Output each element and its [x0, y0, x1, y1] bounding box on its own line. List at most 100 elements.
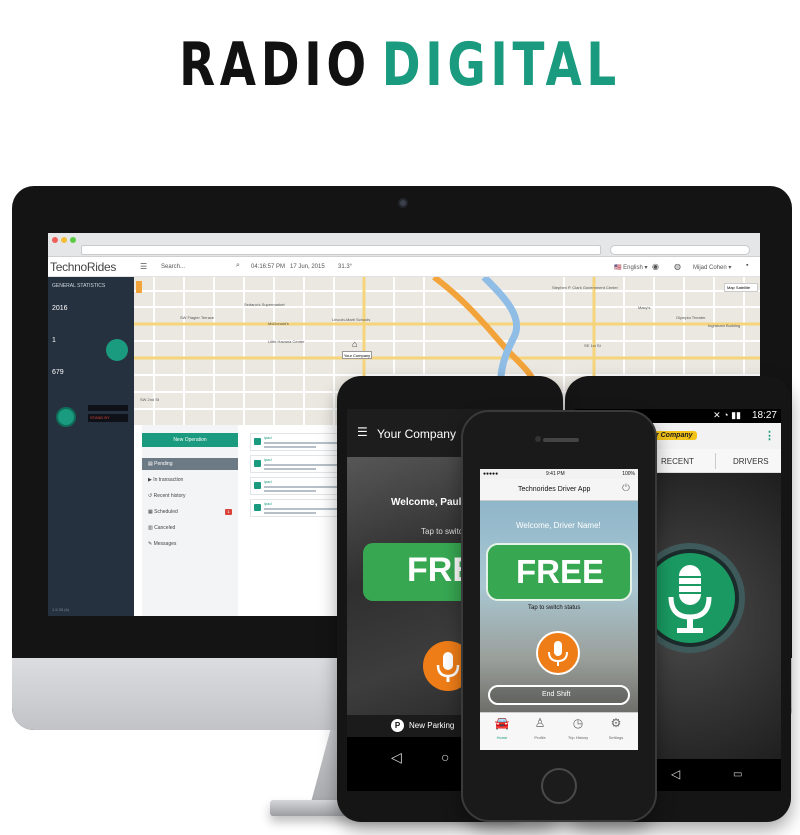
brand-heading: RADIO DIGITAL — [88, 30, 712, 100]
operation-card[interactable]: ipad — [250, 455, 346, 473]
brand-word-radio: RADIO — [179, 30, 371, 100]
scheduled-badge: 1 — [225, 509, 232, 515]
menu-item-scheduled[interactable]: ▦ Scheduled 1 — [142, 506, 238, 518]
iphone-body: Welcome, Driver Name! FREE Tap to switch… — [480, 501, 638, 712]
menu-label-canceled: Canceled — [154, 525, 176, 531]
iphone-front-camera — [535, 436, 541, 442]
user-name: Mijad Cohen — [693, 265, 727, 271]
iphone-statusbar: ●●●●● 9:41 PM 100% — [480, 469, 638, 479]
topbar-search-input[interactable]: Search... — [161, 264, 185, 270]
android-recents-icon[interactable]: ▭ — [733, 769, 742, 780]
iphone-home-button[interactable] — [541, 768, 577, 804]
operations-menu: New Operation ▤ Pending ▶ In transaction… — [142, 425, 238, 616]
iphone-time: 9:41 PM — [546, 471, 565, 477]
end-shift-label: End Shift — [542, 691, 571, 698]
car-icon — [254, 504, 261, 511]
browser-toolbar — [48, 233, 760, 257]
webcam-icon — [398, 198, 408, 208]
close-window-icon[interactable] — [52, 237, 58, 243]
map-type-toggle[interactable]: Map Satellite — [724, 283, 758, 292]
microphone-icon — [668, 565, 712, 633]
radio-channel-bar — [88, 405, 128, 411]
tab-profile[interactable]: Profile — [526, 735, 554, 740]
tab-settings[interactable]: Settings — [602, 735, 630, 740]
browser-search-box[interactable] — [610, 245, 750, 255]
radio-talk-button[interactable] — [645, 553, 735, 643]
hamburger-menu-icon[interactable]: ☰ — [357, 425, 368, 439]
chat-icon[interactable]: ▪ — [746, 262, 748, 269]
operation-card[interactable]: ipad — [250, 477, 346, 495]
menu-label-recent-history: Recent history — [153, 493, 186, 499]
map-place-3: McDonald's — [268, 321, 289, 326]
android-home-icon[interactable]: ○ — [441, 749, 449, 765]
card-line — [264, 442, 342, 444]
map-place-2: Little Havana Center — [268, 339, 305, 344]
menu-label-in-transaction: In transaction — [153, 477, 184, 483]
hamburger-menu-icon[interactable]: ☰ — [140, 262, 147, 271]
menu-item-recent-history[interactable]: ↺ Recent history — [142, 490, 238, 502]
iphone-navbar: Technorides Driver App ⏻ — [480, 479, 638, 501]
car-icon — [254, 460, 261, 467]
tab-divider — [715, 453, 716, 469]
eye-icon[interactable]: ◉ — [652, 262, 659, 271]
current-date: 17 Jun, 2015 — [290, 264, 325, 270]
new-operation-button[interactable]: New Operation — [142, 433, 238, 447]
tab-drivers[interactable]: DRIVERS — [733, 457, 769, 466]
radio-mic-icon[interactable] — [56, 407, 76, 427]
car-icon[interactable]: 🚘 — [488, 716, 516, 730]
iphone-hint: Tap to switch status — [528, 605, 581, 611]
iphone-carrier: ●●●●● — [483, 471, 499, 477]
overflow-menu-icon[interactable]: ⋮ — [764, 429, 775, 442]
tab-recent[interactable]: RECENT — [661, 457, 694, 466]
card-line — [264, 468, 316, 470]
power-icon[interactable]: ⏻ — [622, 483, 630, 494]
car-icon — [254, 438, 261, 445]
user-menu[interactable]: Mijad Cohen ▾ — [693, 264, 731, 271]
microphone-icon — [548, 641, 568, 666]
address-bar[interactable] — [81, 245, 601, 255]
maximize-window-icon[interactable] — [70, 237, 76, 243]
brand-word-digital: DIGITAL — [381, 30, 621, 100]
map-place-7: Ingraham Building — [708, 323, 741, 328]
iphone-mic-button[interactable] — [536, 631, 580, 675]
profile-icon[interactable]: ♙ — [526, 716, 554, 730]
tab-home[interactable]: Home — [488, 735, 516, 740]
settings-icon[interactable]: ◍ — [674, 262, 681, 271]
menu-item-in-transaction[interactable]: ▶ In transaction — [142, 474, 238, 486]
menu-item-pending[interactable]: ▤ Pending — [142, 458, 238, 470]
android-back-icon[interactable]: ◁ — [391, 749, 402, 766]
iphone-battery: 100% — [622, 471, 635, 477]
iphone-free-button[interactable]: FREE — [486, 543, 632, 601]
card-line — [264, 486, 342, 488]
menu-label-messages: Messages — [153, 541, 177, 547]
minimize-window-icon[interactable] — [61, 237, 67, 243]
operation-card-label: ipad — [264, 479, 272, 484]
clock-icon[interactable]: ◷ — [564, 716, 592, 730]
android-back-icon[interactable]: ◁ — [671, 767, 680, 781]
parking-icon: P — [391, 719, 404, 732]
operation-card[interactable]: ipad — [250, 433, 346, 451]
stat-value-1: 2016 — [52, 305, 68, 312]
menu-item-messages[interactable]: ✎ Messages — [142, 538, 238, 550]
map-type-map[interactable]: Map — [727, 285, 735, 290]
map-type-satellite[interactable]: Satellite — [736, 285, 750, 290]
home-marker-icon[interactable]: ⌂ — [352, 339, 357, 349]
menu-label-pending: Pending — [154, 461, 173, 467]
car-icon — [254, 482, 261, 489]
search-icon[interactable]: ⌕ — [236, 262, 240, 270]
operation-card[interactable]: ipad — [250, 499, 346, 517]
iphone-welcome: Welcome, Driver Name! — [516, 521, 601, 530]
clock-time: 04:16:57 PM — [251, 264, 286, 270]
stat-value-3: 679 — [52, 369, 64, 376]
end-shift-button[interactable]: End Shift — [488, 685, 630, 705]
tab-trip-history[interactable]: Trip History — [564, 735, 592, 740]
language-selector[interactable]: 🇺🇸 English ▾ — [614, 264, 648, 271]
iphone-screen: ●●●●● 9:41 PM 100% Technorides Driver Ap… — [480, 469, 638, 750]
map-place-0: Sedano's Supermarket — [244, 302, 285, 307]
company-map-label[interactable]: Your Company — [342, 351, 372, 359]
gear-icon[interactable]: ⚙ — [602, 716, 630, 730]
map-place-1: Lincoln-Marti Schools — [332, 317, 371, 322]
android-right-clock: 18:27 — [751, 410, 777, 421]
map-street-10: SE 1st St — [584, 343, 601, 348]
menu-item-canceled[interactable]: ▥ Canceled — [142, 522, 238, 534]
